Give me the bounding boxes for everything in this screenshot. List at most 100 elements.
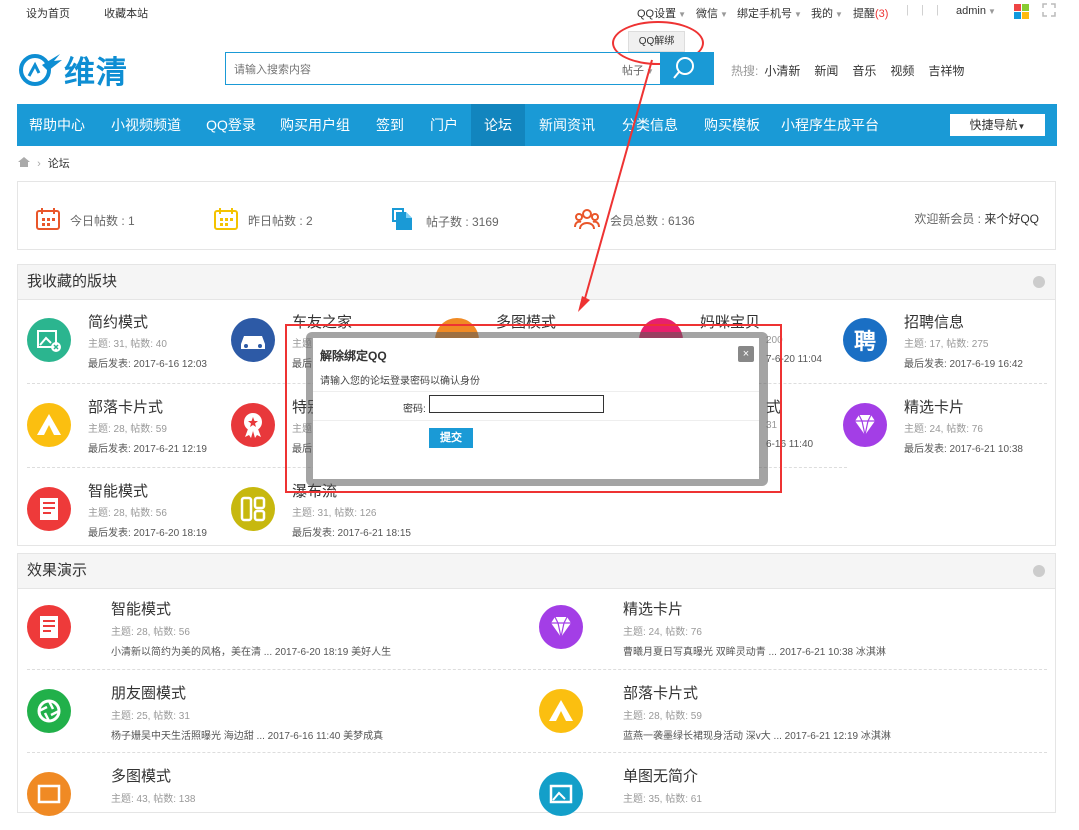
demo-name[interactable]: 精选卡片	[623, 598, 683, 619]
logo-icon	[18, 51, 62, 87]
demo-item[interactable]: 单图无简介 主题: 35, 帖数: 61	[530, 760, 1030, 830]
forum-card[interactable]: 简约模式 主题: 31, 帖数: 40 最后发表: 2017-6-16 12:0…	[18, 306, 223, 376]
close-icon[interactable]: ×	[738, 346, 754, 362]
demo-header: 效果演示	[18, 554, 1055, 589]
divider	[313, 391, 759, 392]
search-button[interactable]	[660, 52, 714, 85]
nav-item-miniprogram[interactable]: 小程序生成平台	[773, 104, 887, 146]
fullscreen-icon[interactable]	[1042, 3, 1056, 17]
demo-item[interactable]: 朋友圈模式 主题: 25, 帖数: 31 杨子姗吴中天生活照曝光 海边甜 ...…	[18, 677, 518, 747]
diamond-icon	[539, 605, 583, 649]
search-bar: 帖子▼	[225, 52, 714, 85]
hot-item[interactable]: 视频	[890, 64, 914, 78]
stat-today: 今日帖数 : 1	[36, 208, 135, 233]
nav-item-qq-login[interactable]: QQ登录	[195, 104, 267, 146]
hot-item[interactable]: 小清新	[764, 64, 800, 78]
dialog-title: 解除绑定QQ	[320, 349, 387, 363]
forum-last-post: 最后发表: 2017-6-21 12:19	[88, 444, 207, 455]
user-menu[interactable]: admin ▼	[956, 5, 996, 17]
nav-item-help[interactable]: 帮助中心	[17, 104, 97, 146]
set-home-link[interactable]: 设为首页	[26, 8, 70, 20]
demo-panel: 效果演示 智能模式 主题: 28, 帖数: 56 小清新以简约为美的风格，美在清…	[17, 553, 1056, 816]
demo-name[interactable]: 部落卡片式	[623, 682, 698, 703]
hot-item[interactable]: 吉祥物	[928, 64, 964, 78]
forum-card[interactable]: 部落卡片式 主题: 28, 帖数: 59 最后发表: 2017-6-21 12:…	[18, 391, 223, 461]
forum-card[interactable]: 智能模式 主题: 28, 帖数: 56 最后发表: 2017-6-20 18:1…	[18, 475, 223, 545]
search-scope-select[interactable]: 帖子 ▼	[622, 62, 654, 78]
demo-desc[interactable]: 杨子姗吴中天生活照曝光 海边甜 ... 2017-6-16 11:40 美梦成真	[111, 727, 383, 742]
hot-label: 热搜:	[731, 64, 759, 78]
demo-item[interactable]: 精选卡片 主题: 24, 帖数: 76 曹曦月夏日写真曝光 双眸灵动青 ... …	[530, 593, 1030, 663]
bind-phone-menu[interactable]: 绑定手机号 ▼	[737, 5, 802, 21]
divider	[27, 669, 1047, 670]
wechat-menu[interactable]: 微信 ▼	[696, 5, 728, 21]
demo-item[interactable]: 部落卡片式 主题: 28, 帖数: 59 蓝燕一袭墨绿长裙现身活动 深v大 ..…	[530, 677, 1030, 747]
demo-name[interactable]: 朋友圈模式	[111, 682, 186, 703]
bookmark-link[interactable]: 收藏本站	[104, 8, 148, 20]
forum-last-post: 最后发表: 2017-6-20 18:19	[88, 528, 207, 539]
user-name: admin	[956, 5, 986, 17]
forum-card[interactable]: 精选卡片 主题: 24, 帖数: 76 最后发表: 2017-6-21 10:3…	[834, 391, 1039, 461]
dialog-description: 请输入您的论坛登录密码以确认身份	[320, 376, 480, 387]
caret-down-icon: ▼	[1017, 122, 1026, 131]
collapse-icon[interactable]	[1033, 565, 1045, 577]
forum-card[interactable]: 聘 招聘信息 主题: 17, 帖数: 275 最后发表: 2017-6-19 1…	[834, 306, 1039, 376]
password-label: 密码:	[403, 404, 426, 415]
welcome-member-name[interactable]: 来个好QQ	[984, 212, 1039, 226]
demo-name[interactable]: 多图模式	[111, 765, 171, 786]
mine-menu[interactable]: 我的 ▼	[811, 5, 843, 21]
nav-item-buy-group[interactable]: 购买用户组	[267, 104, 363, 146]
password-field[interactable]	[429, 395, 604, 413]
demo-item[interactable]: 多图模式 主题: 43, 帖数: 138	[18, 760, 518, 830]
breadcrumb-separator: ›	[37, 158, 41, 170]
nav-item-video[interactable]: 小视频频道	[97, 104, 195, 146]
hot-item[interactable]: 音乐	[852, 64, 876, 78]
forum-stats: 主题: 31, 帖数: 126	[292, 508, 377, 519]
demo-item[interactable]: 智能模式 主题: 28, 帖数: 56 小清新以简约为美的风格，美在清 ... …	[18, 593, 518, 663]
car-icon	[231, 318, 275, 362]
forum-name[interactable]: 简约模式	[88, 311, 148, 332]
demo-desc[interactable]: 曹曦月夏日写真曝光 双眸灵动青 ... 2017-6-21 10:38 冰淇淋	[623, 643, 886, 658]
remind-menu[interactable]: 提醒(3)	[853, 5, 888, 21]
qq-settings-menu[interactable]: QQ设置 ▼	[637, 5, 686, 21]
nav-item-buy-template[interactable]: 购买模板	[691, 104, 773, 146]
nav-item-classified[interactable]: 分类信息	[609, 104, 691, 146]
demo-desc[interactable]: 小清新以简约为美的风格，美在清 ... 2017-6-20 18:19 美好人生	[111, 643, 391, 658]
stats-bar: 今日帖数 : 1 昨日帖数 : 2 帖子数 : 3169 会员总数 : 6136…	[17, 181, 1056, 250]
search-input[interactable]	[232, 60, 616, 80]
forum-name[interactable]: 智能模式	[88, 480, 148, 501]
quick-nav-button[interactable]: 快捷导航▼	[950, 114, 1045, 136]
hot-search: 热搜: 小清新 新闻 音乐 视频 吉祥物	[731, 62, 978, 79]
nav-item-forum[interactable]: 论坛	[471, 104, 525, 146]
chevron-down-icon: ▼	[646, 67, 654, 76]
fav-forums-title: 我收藏的版块	[27, 273, 118, 290]
home-icon[interactable]	[18, 157, 30, 170]
document-icon	[392, 208, 416, 235]
divider: | | |	[906, 4, 940, 16]
demo-name[interactable]: 智能模式	[111, 598, 171, 619]
forum-stats: 主题: 28, 帖数: 59	[88, 424, 167, 435]
demo-stats: 主题: 28, 帖数: 56	[111, 627, 190, 638]
demo-desc[interactable]: 蓝燕一袭墨绿长裙现身活动 深v大 ... 2017-6-21 12:19 冰淇淋	[623, 727, 891, 742]
chevron-down-icon: ▼	[720, 10, 728, 19]
forum-name[interactable]: 招聘信息	[904, 311, 964, 332]
bind-phone-label: 绑定手机号	[737, 8, 792, 20]
collapse-icon[interactable]	[1033, 276, 1045, 288]
site-logo[interactable]: 维清	[18, 49, 128, 91]
forum-name[interactable]: 部落卡片式	[88, 396, 163, 417]
forum-name[interactable]: 精选卡片	[904, 396, 964, 417]
demo-name[interactable]: 单图无简介	[623, 765, 698, 786]
stat-members: 会员总数 : 6136	[574, 208, 695, 233]
breadcrumb-current[interactable]: 论坛	[48, 158, 70, 170]
hot-item[interactable]: 新闻	[814, 64, 838, 78]
remind-label: 提醒	[853, 8, 875, 20]
windows-icon[interactable]	[1014, 4, 1029, 19]
nav-item-signin[interactable]: 签到	[363, 104, 417, 146]
chevron-down-icon: ▼	[794, 10, 802, 19]
nav-item-portal[interactable]: 门户	[417, 104, 471, 146]
demo-title: 效果演示	[27, 562, 88, 579]
nav-item-news[interactable]: 新闻资讯	[525, 104, 609, 146]
submit-button[interactable]: 提交	[429, 428, 473, 448]
stat-posts-text: 帖子数 : 3169	[426, 215, 499, 229]
remind-count: (3)	[875, 8, 889, 20]
